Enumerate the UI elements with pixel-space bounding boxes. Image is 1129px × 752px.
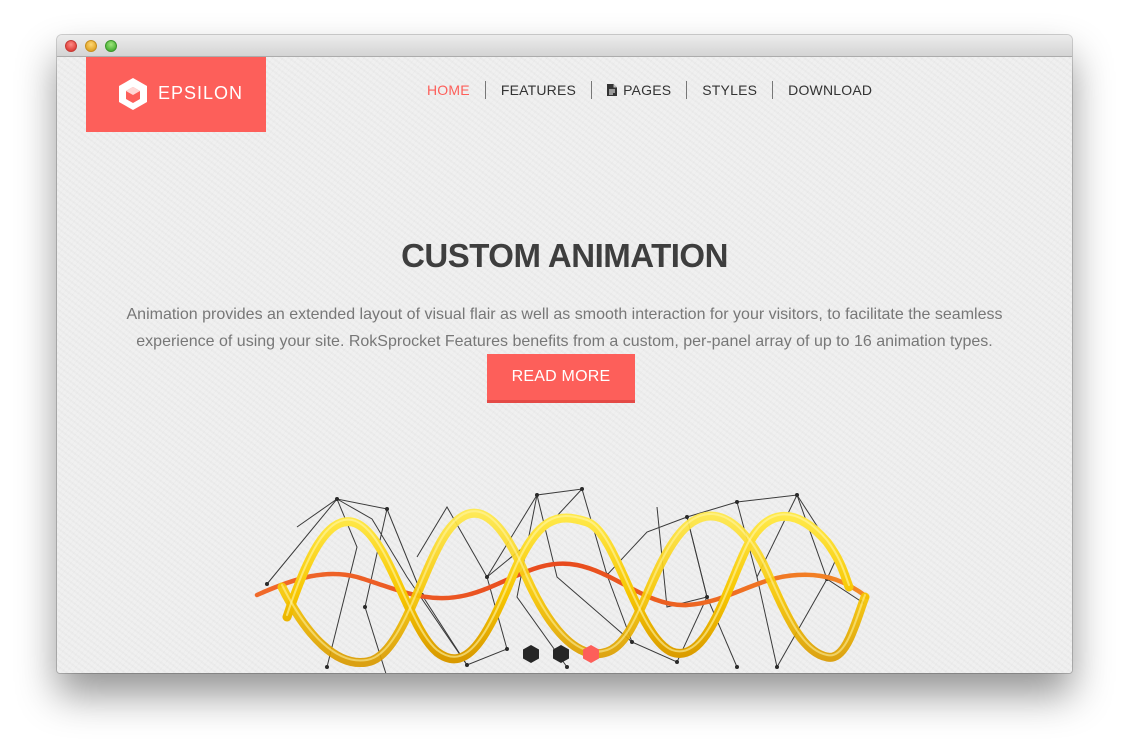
hero-title: CUSTOM ANIMATION bbox=[401, 237, 728, 275]
slide-indicator-3[interactable] bbox=[583, 645, 599, 663]
nav-item-pages[interactable]: PAGES bbox=[592, 82, 686, 98]
nav-item-home[interactable]: HOME bbox=[412, 82, 485, 98]
nav-item-download[interactable]: DOWNLOAD bbox=[773, 82, 887, 98]
hero-description: Animation provides an extended layout of… bbox=[126, 306, 1003, 350]
minimize-window-button[interactable] bbox=[85, 40, 97, 52]
screenshot-stage: EPSILON HOME FEATURES PAGES STYLES DOWNL… bbox=[0, 0, 1129, 752]
brand-name: EPSILON bbox=[158, 83, 244, 103]
dna-helix-illustration bbox=[254, 487, 870, 673]
slide-indicator-2[interactable] bbox=[553, 645, 569, 663]
slide-indicator-1[interactable] bbox=[523, 645, 539, 663]
nav-item-label: FEATURES bbox=[500, 82, 577, 98]
read-more-button[interactable]: READ MORE bbox=[487, 354, 635, 400]
nav-item-styles[interactable]: STYLES bbox=[687, 82, 772, 98]
browser-window: EPSILON HOME FEATURES PAGES STYLES DOWNL… bbox=[57, 35, 1072, 673]
zoom-window-button[interactable] bbox=[105, 40, 117, 52]
slider-pagination bbox=[523, 645, 599, 663]
hexagon-cube-icon bbox=[119, 78, 147, 110]
main-navigation: HOME FEATURES PAGES STYLES DOWNLOAD bbox=[412, 79, 887, 101]
nav-item-label: HOME bbox=[427, 82, 470, 98]
page-content: EPSILON HOME FEATURES PAGES STYLES DOWNL… bbox=[57, 57, 1072, 673]
nav-item-features[interactable]: FEATURES bbox=[486, 82, 591, 98]
window-titlebar[interactable] bbox=[57, 35, 1072, 57]
site-logo[interactable]: EPSILON bbox=[86, 57, 266, 132]
document-icon bbox=[607, 84, 618, 96]
close-window-button[interactable] bbox=[65, 40, 77, 52]
nav-item-label: STYLES bbox=[702, 82, 758, 98]
nav-item-label: PAGES bbox=[623, 82, 672, 98]
nav-item-label: DOWNLOAD bbox=[788, 82, 873, 98]
